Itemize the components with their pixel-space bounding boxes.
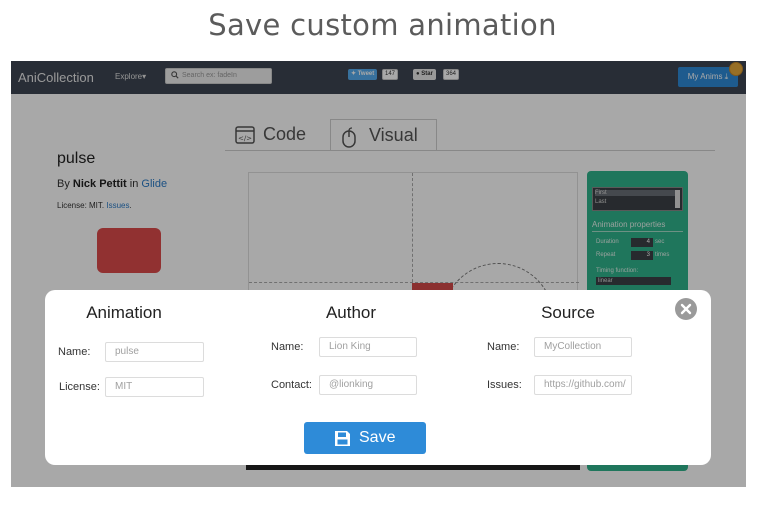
animation-license-input[interactable]: MIT — [105, 377, 204, 397]
author-name-input[interactable]: Lion King — [319, 337, 417, 357]
author-name-label: Name: — [271, 341, 304, 353]
author-contact-label: Contact: — [271, 379, 312, 391]
source-name-label: Name: — [487, 341, 520, 353]
close-icon — [680, 303, 692, 315]
author-heading: Author — [325, 303, 377, 322]
close-button[interactable] — [675, 298, 697, 320]
source-issues-input[interactable]: https://github.com/ — [534, 375, 632, 395]
save-animation-dialog: Animation Author Source Name: pulse Lice… — [45, 290, 711, 465]
animation-license-label: License: — [59, 381, 100, 393]
save-label: Save — [359, 429, 396, 446]
page-headline: Save custom animation — [208, 8, 557, 42]
animation-name-label: Name: — [58, 346, 91, 358]
floppy-disk-icon — [335, 431, 350, 446]
source-issues-label: Issues: — [487, 379, 522, 391]
animation-heading: Animation — [86, 303, 162, 322]
animation-name-input[interactable]: pulse — [105, 342, 204, 362]
author-contact-input[interactable]: @lionking — [319, 375, 417, 395]
source-heading: Source — [541, 303, 595, 322]
source-name-input[interactable]: MyCollection — [534, 337, 632, 357]
save-button[interactable]: Save — [304, 422, 426, 454]
page: Save custom animation AniCollection Expl… — [0, 0, 765, 516]
